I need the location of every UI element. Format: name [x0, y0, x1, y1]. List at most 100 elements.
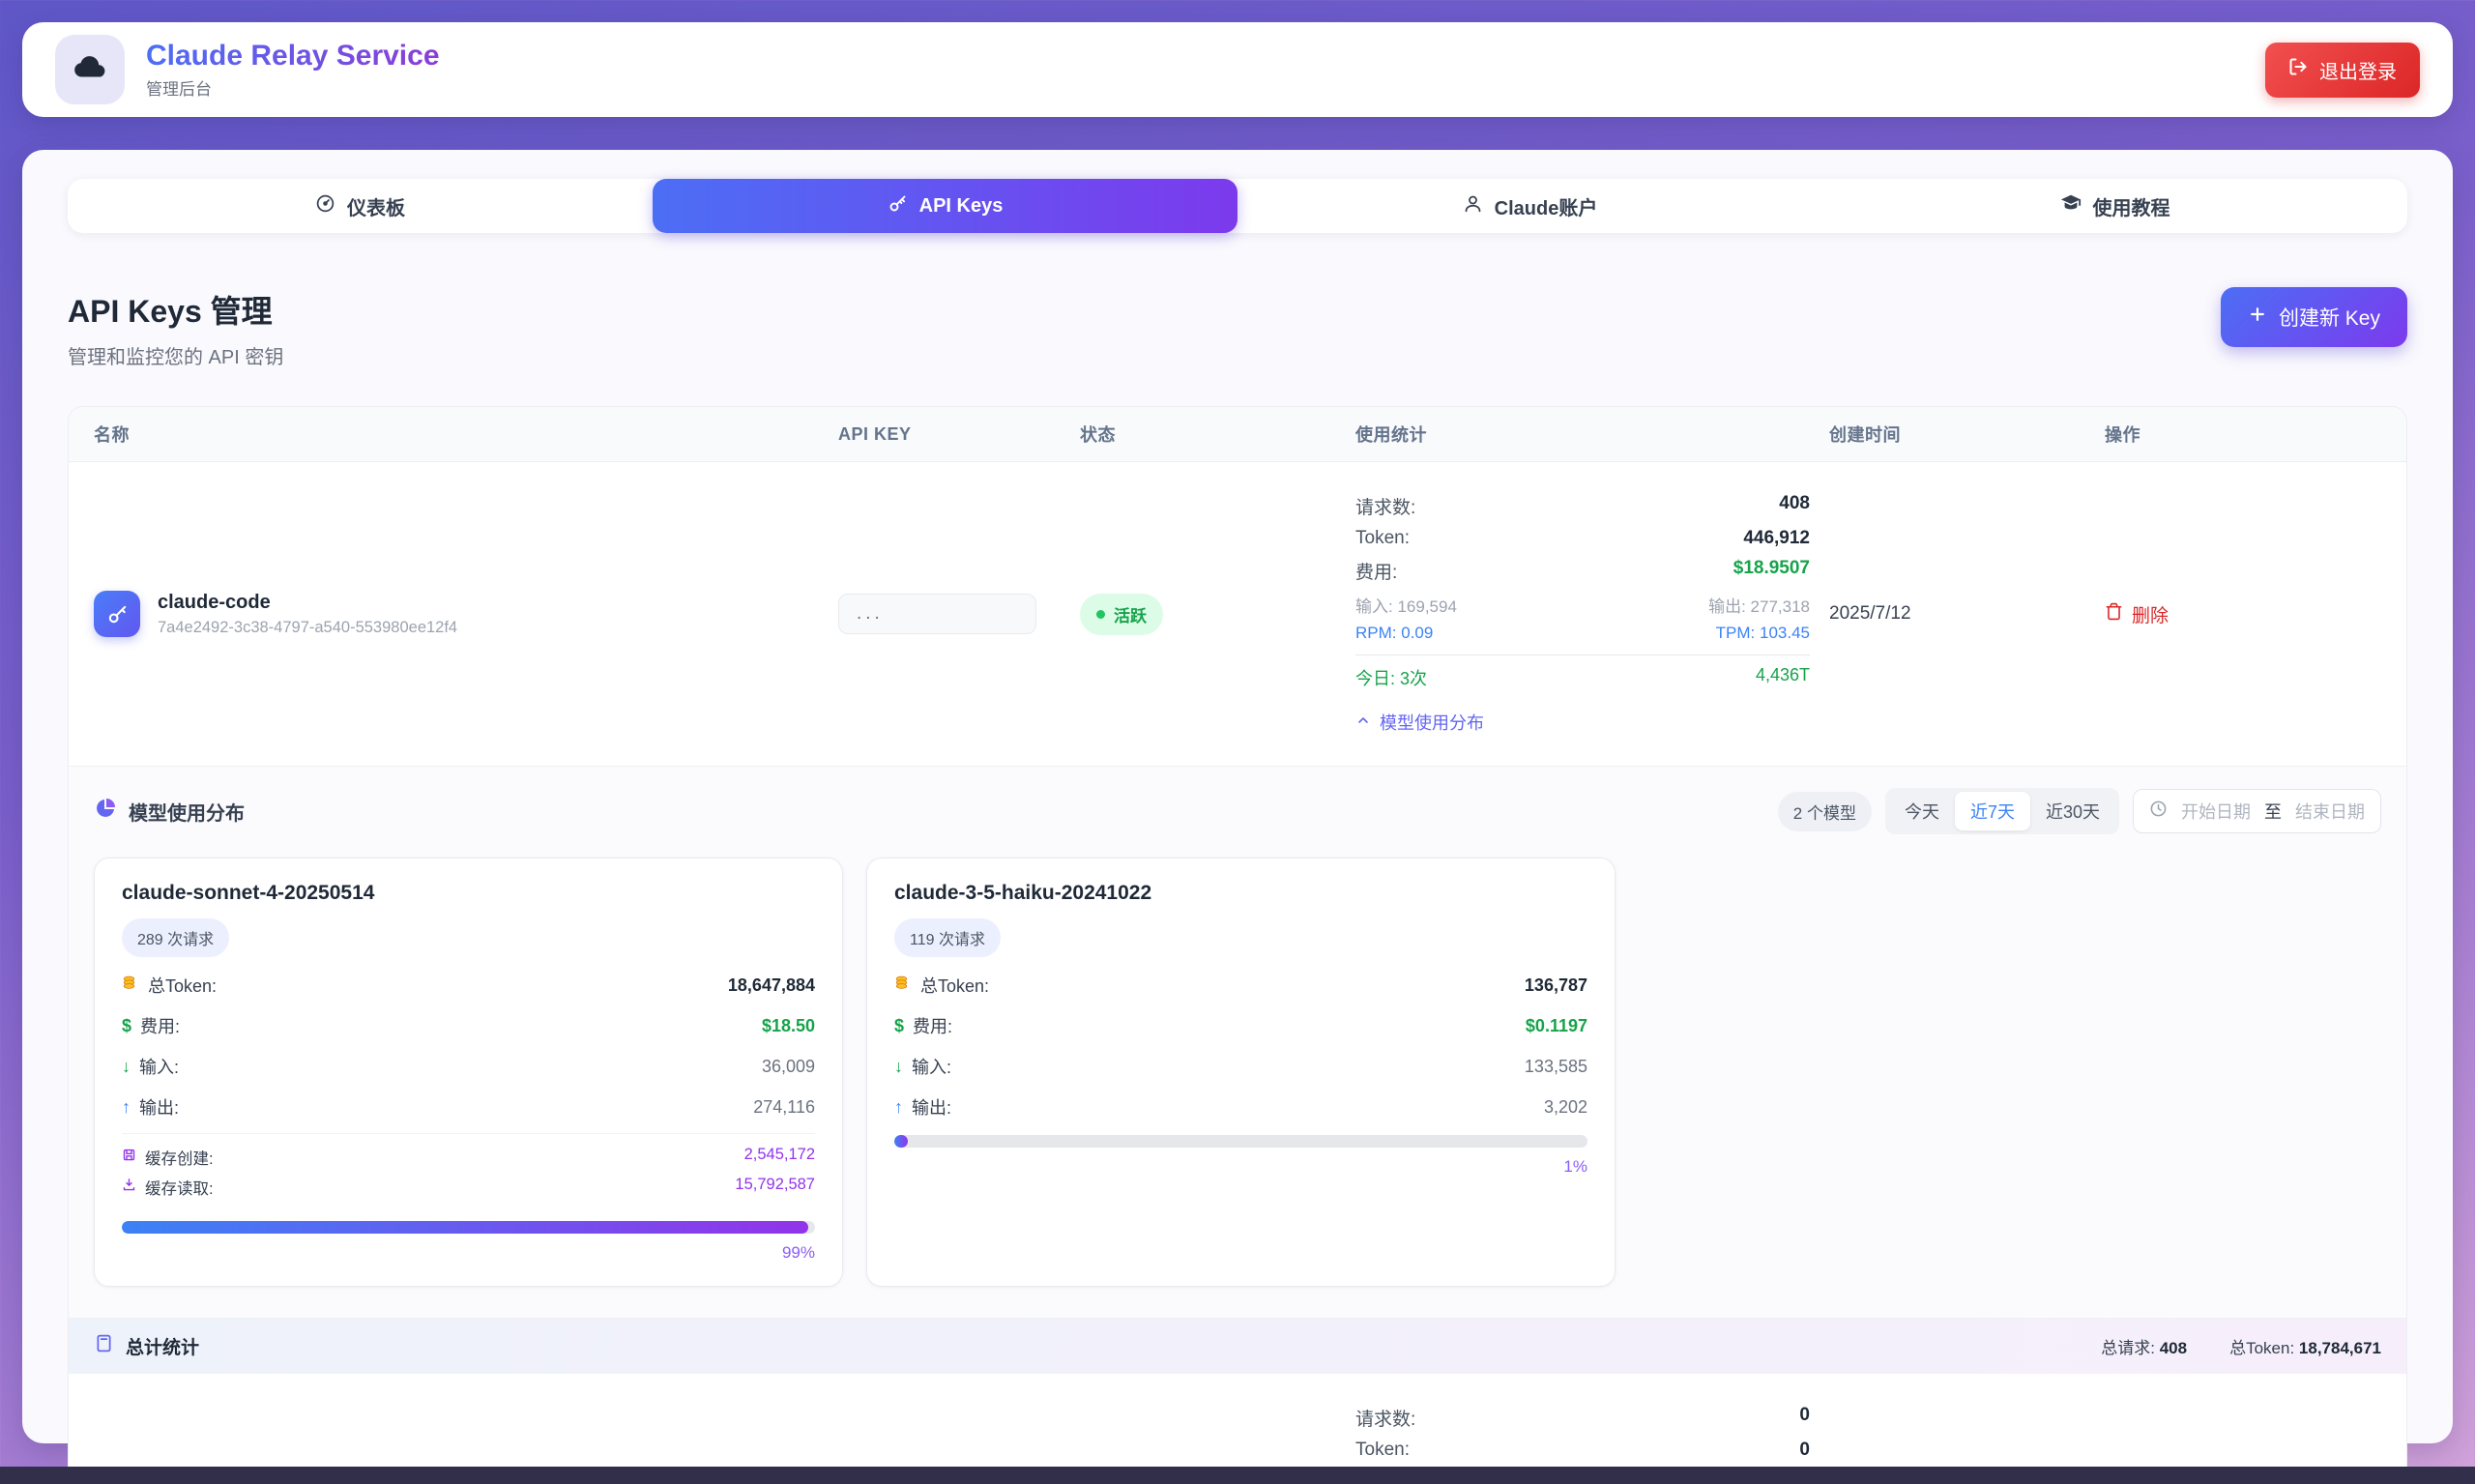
usage-progress-bar [122, 1221, 815, 1234]
arrow-down-icon: ↓ [122, 1057, 131, 1077]
model-input: 36,009 [762, 1057, 815, 1077]
tab-label: API Keys [919, 195, 1004, 218]
usage-percent: 1% [894, 1157, 1587, 1177]
requests-value: 0 [1799, 1405, 1810, 1431]
model-cost: $18.50 [762, 1016, 815, 1036]
date-separator: 至 [2264, 799, 2282, 824]
input-value: 169,594 [1397, 597, 1456, 616]
col-header-created: 创建时间 [1829, 422, 2105, 447]
model-total-token: 18,647,884 [728, 975, 815, 996]
key-id: 7a4e2492-3c38-4797-a540-553980ee12f4 [158, 619, 457, 637]
model-total-token: 136,787 [1525, 975, 1587, 996]
status-dot-icon [1096, 610, 1105, 619]
col-header-usage: 使用统计 [1355, 422, 1829, 447]
model-name: claude-sonnet-4-20250514 [122, 882, 815, 905]
page-heading: API Keys 管理 管理和监控您的 API 密钥 创建新 Key [68, 287, 2407, 369]
model-input: 133,585 [1525, 1057, 1587, 1077]
arrow-down-icon: ↓ [894, 1057, 903, 1077]
totals-title: 总计统计 [126, 1333, 199, 1359]
create-key-label: 创建新 Key [2279, 303, 2380, 332]
graduation-cap-icon [2060, 192, 2082, 219]
status-badge: 活跃 [1080, 594, 1163, 635]
dollar-icon: $ [122, 1016, 131, 1036]
gauge-icon [315, 193, 335, 219]
rpm-value: 0.09 [1401, 624, 1433, 642]
masked-api-key[interactable]: ... [838, 594, 1036, 634]
token-value: 446,912 [1743, 528, 1810, 549]
col-header-name: 名称 [94, 422, 838, 447]
app-logo [55, 35, 125, 104]
bottom-strip [0, 1467, 2475, 1484]
model-card: claude-sonnet-4-20250514 289 次请求 总Token:… [94, 858, 843, 1287]
usage-stats: 请求数:408 Token:446,912 费用:$18.9507 输入: 16… [1355, 493, 1810, 735]
main-panel: 仪表板 API Keys Claude账户 使用教程 API Keys 管理 管… [22, 150, 2453, 1443]
delete-button[interactable]: 删除 [2105, 601, 2169, 627]
tab-tutorial[interactable]: 使用教程 [1822, 179, 2407, 233]
key-name: claude-code [158, 592, 457, 614]
start-date-input[interactable]: 开始日期 [2181, 799, 2251, 824]
model-cost: $0.1197 [1526, 1016, 1587, 1036]
cost-value: $18.9507 [1733, 558, 1810, 584]
key-icon [94, 591, 140, 637]
time-filter: 今天 近7天 近30天 [1885, 788, 2119, 834]
total-token: 总Token: 18,784,671 [2229, 1334, 2381, 1358]
col-header-actions: 操作 [2105, 422, 2381, 447]
model-name: claude-3-5-haiku-20241022 [894, 882, 1587, 905]
pie-chart-icon [94, 797, 117, 826]
tab-claude-account[interactable]: Claude账户 [1238, 179, 1822, 233]
cache-read-value: 15,792,587 [735, 1176, 815, 1199]
logout-button[interactable]: 退出登录 [2265, 43, 2420, 98]
end-date-input[interactable]: 结束日期 [2295, 799, 2365, 824]
table-row: claude-code 7a4e2492-3c38-4797-a540-5539… [69, 462, 2406, 766]
page-subtitle: 管理和监控您的 API 密钥 [68, 341, 283, 369]
tpm-value: 103.45 [1760, 624, 1810, 642]
filter-today[interactable]: 今天 [1889, 792, 1955, 830]
user-icon [1463, 193, 1483, 219]
key-icon [888, 193, 908, 219]
model-count-badge: 2 个模型 [1778, 792, 1872, 831]
output-value: 277,318 [1751, 597, 1810, 616]
requests-badge: 119 次请求 [894, 918, 1001, 957]
api-keys-table: 名称 API KEY 状态 使用统计 创建时间 操作 claude-code 7… [68, 406, 2407, 1484]
tab-dashboard[interactable]: 仪表板 [68, 179, 653, 233]
model-section-title: 模型使用分布 [129, 798, 245, 826]
model-usage-section: 模型使用分布 2 个模型 今天 近7天 近30天 开始日期 至 [69, 766, 2406, 1319]
save-icon [122, 1148, 136, 1167]
app-title: Claude Relay Service [146, 40, 440, 73]
cache-create-value: 2,545,172 [744, 1146, 815, 1169]
tab-label: 仪表板 [347, 192, 405, 220]
trash-icon [2105, 602, 2123, 626]
coins-icon [122, 975, 139, 997]
requests-badge: 289 次请求 [122, 918, 229, 957]
plus-icon [2248, 305, 2267, 330]
requests-value: 408 [1779, 493, 1810, 519]
usage-progress-bar [894, 1135, 1587, 1148]
col-header-status: 状态 [1080, 422, 1355, 447]
table-header-row: 名称 API KEY 状态 使用统计 创建时间 操作 [69, 407, 2406, 462]
model-dist-toggle[interactable]: 模型使用分布 [1355, 710, 1810, 735]
model-output: 3,202 [1544, 1097, 1587, 1118]
coins-icon [894, 975, 912, 997]
filter-7d[interactable]: 近7天 [1955, 792, 2030, 830]
logout-icon [2288, 57, 2308, 82]
today-count: 3次 [1400, 669, 1427, 688]
page-title: API Keys 管理 [68, 287, 283, 332]
col-header-key: API KEY [838, 424, 1080, 445]
tab-label: 使用教程 [2093, 192, 2170, 220]
total-requests: 总请求: 408 [2101, 1334, 2187, 1358]
download-icon [122, 1178, 136, 1197]
tab-bar: 仪表板 API Keys Claude账户 使用教程 [68, 179, 2407, 233]
cloud-icon [72, 49, 108, 91]
app-subtitle: 管理后台 [146, 75, 440, 100]
model-card: claude-3-5-haiku-20241022 119 次请求 总Token… [866, 858, 1616, 1287]
app-header: Claude Relay Service 管理后台 退出登录 [22, 22, 2453, 117]
filter-30d[interactable]: 近30天 [2030, 792, 2115, 830]
create-key-button[interactable]: 创建新 Key [2221, 287, 2407, 347]
model-output: 274,116 [753, 1097, 815, 1118]
token-value: 0 [1799, 1440, 1810, 1461]
date-range-picker[interactable]: 开始日期 至 结束日期 [2133, 789, 2381, 833]
created-date: 2025/7/12 [1829, 603, 2105, 625]
tab-api-keys[interactable]: API Keys [653, 179, 1238, 233]
dollar-icon: $ [894, 1016, 904, 1036]
chevron-up-icon [1355, 713, 1371, 733]
